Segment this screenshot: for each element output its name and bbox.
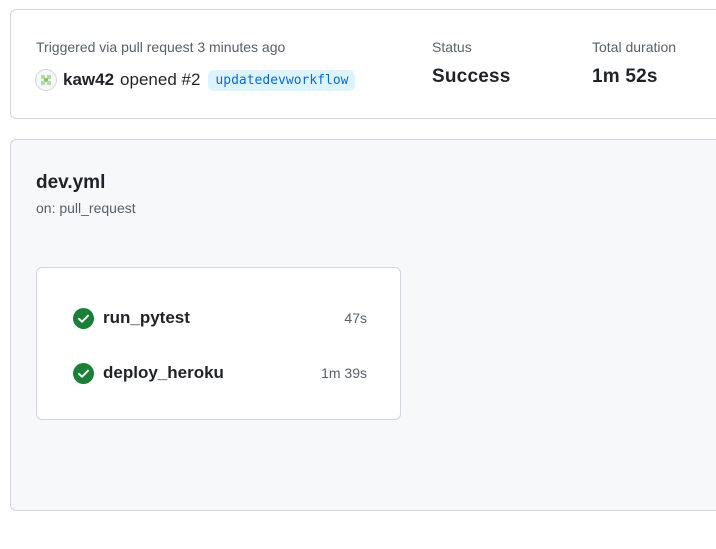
trigger-actor-row: kaw42 opened #2 updatedevworkflow (35, 67, 356, 93)
success-check-icon (73, 362, 94, 384)
job-name: run_pytest (103, 308, 190, 327)
job-deploy-heroku[interactable]: deploy_heroku 1m 39s (73, 361, 367, 385)
workflow-graph-panel: dev.yml on: pull_request run_pytest 47s … (10, 139, 716, 511)
job-duration: 47s (344, 310, 367, 326)
identicon-icon (41, 75, 51, 85)
actor-link[interactable]: kaw42 (63, 70, 114, 90)
run-summary-card: Triggered via pull request 3 minutes ago… (10, 9, 716, 119)
status-stat: Status Success (432, 39, 511, 88)
branch-label[interactable]: updatedevworkflow (208, 69, 356, 91)
status-label: Status (432, 39, 472, 55)
job-duration: 1m 39s (321, 365, 367, 381)
triggered-text: Triggered via pull request 3 minutes ago (36, 39, 286, 55)
success-check-icon (73, 307, 94, 329)
workflow-trigger: on: pull_request (36, 200, 136, 216)
duration-stat: Total duration 1m 52s (592, 39, 676, 88)
jobs-card: run_pytest 47s deploy_heroku 1m 39s (36, 267, 401, 420)
duration-value: 1m 52s (592, 66, 658, 87)
user-avatar[interactable] (35, 69, 57, 91)
duration-label: Total duration (592, 39, 677, 55)
workflow-name: dev.yml (36, 172, 106, 193)
job-name: deploy_heroku (103, 363, 224, 382)
status-value: Success (432, 66, 511, 87)
job-run-pytest[interactable]: run_pytest 47s (73, 306, 367, 330)
opened-pr-link[interactable]: opened #2 (120, 70, 200, 90)
